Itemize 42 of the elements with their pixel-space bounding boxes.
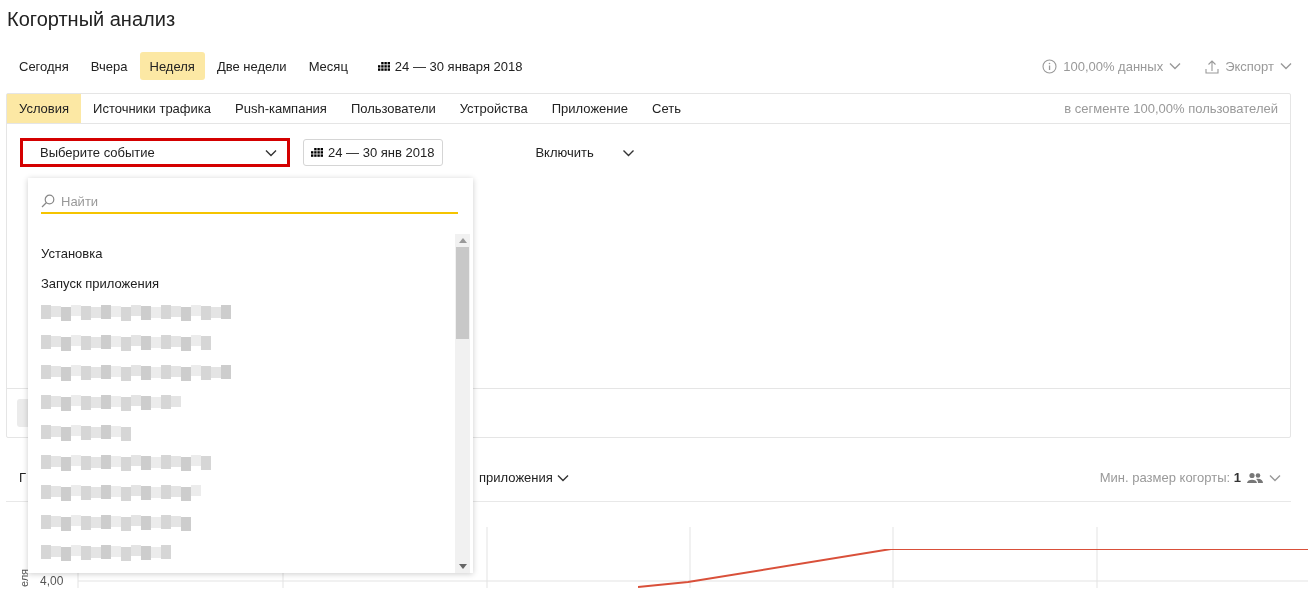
chevron-icon <box>1169 62 1182 70</box>
upload-icon <box>1205 58 1220 74</box>
date-button[interactable]: 24 — 30 янв 2018 <box>303 139 444 166</box>
scrollbar[interactable] <box>455 234 470 573</box>
people-icon <box>1247 471 1263 484</box>
period-button[interactable]: Две недели <box>206 52 297 80</box>
info-icon <box>1042 58 1058 74</box>
up-arrow-icon <box>458 238 467 243</box>
tab[interactable]: Источники трафика <box>81 94 223 123</box>
tab[interactable]: Условия <box>7 94 82 123</box>
date-range-button[interactable]: 24 — 30 января 2018 <box>377 58 523 74</box>
chevron-icon <box>1280 62 1292 70</box>
period-button[interactable]: Вчера <box>80 52 138 80</box>
report-label: Г <box>18 470 27 485</box>
axis-tick-label: 4,00 <box>40 574 64 588</box>
search-field[interactable]: Найти <box>41 190 458 214</box>
tab[interactable]: Push-кампания <box>223 94 339 123</box>
calendar-icon <box>311 147 324 158</box>
tab[interactable]: Приложение <box>539 94 640 123</box>
chevron-icon <box>621 148 635 157</box>
chevron-icon <box>1269 473 1281 482</box>
event-option[interactable]: Запуск приложения <box>41 268 455 298</box>
calendar-icon <box>377 60 391 72</box>
scroll-thumb[interactable] <box>456 247 469 339</box>
page-title: Когортный анализ <box>6 7 177 32</box>
min-cohort-button[interactable]: Мин. размер когорты: 1 <box>1099 470 1291 485</box>
tab[interactable]: Сеть <box>640 94 693 123</box>
period-button[interactable]: Месяц <box>298 52 358 80</box>
chevron-icon <box>265 148 277 157</box>
search-icon <box>41 194 55 208</box>
period-button[interactable]: Сегодня <box>9 52 79 80</box>
tab[interactable]: Пользователи <box>338 94 448 123</box>
tab[interactable]: Устройства <box>447 94 540 123</box>
chevron-icon <box>556 473 569 482</box>
event-select[interactable]: Выберите событие <box>20 138 290 167</box>
period-button[interactable]: Неделя <box>139 52 205 80</box>
event-option[interactable]: Установка <box>41 238 455 268</box>
include-button[interactable]: Включить <box>535 145 635 160</box>
metric-select[interactable]: приложения <box>479 470 569 485</box>
axis-title: еля <box>18 568 31 588</box>
down-arrow-icon <box>458 564 467 569</box>
segment-note: в сегменте 100,00% пользователей <box>1064 101 1279 116</box>
